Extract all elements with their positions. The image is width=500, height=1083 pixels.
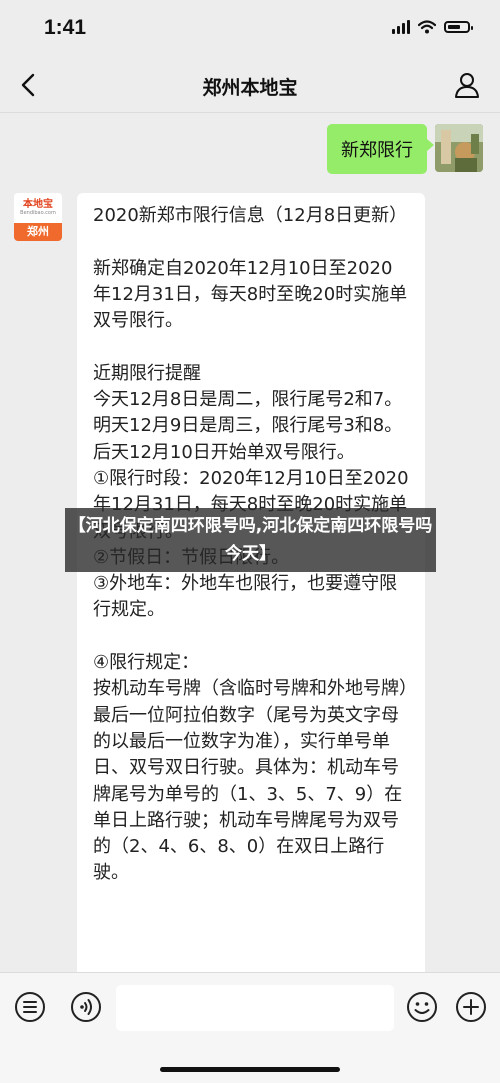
message-input[interactable] — [116, 985, 394, 1031]
sender-logo: 本地宝 Bendibao.com — [14, 193, 62, 223]
overlay-title: 【河北保定南四环限号吗,河北保定南四环限号吗今天】 — [65, 508, 436, 572]
cellular-signal-icon — [392, 20, 410, 34]
emoji-icon — [407, 992, 437, 1022]
sender-logo-brand: 本地宝 — [23, 199, 53, 210]
person-icon — [455, 73, 479, 98]
sender-logo-city: 郑州 — [14, 223, 62, 241]
status-time: 1:41 — [44, 16, 87, 39]
status-icons — [392, 20, 473, 34]
outgoing-message: 新郑限行 — [327, 124, 483, 174]
battery-icon — [444, 21, 473, 33]
sender-avatar[interactable]: 本地宝 Bendibao.com 郑州 — [14, 193, 62, 241]
chat-header: 郑州本地宝 — [0, 60, 500, 113]
plus-icon — [456, 992, 486, 1022]
voice-button[interactable] — [70, 991, 102, 1023]
avatar-photo — [435, 124, 483, 172]
wifi-icon — [418, 20, 436, 34]
voice-icon — [71, 992, 101, 1022]
incoming-message-bubble[interactable]: 2020新郑市限行信息（12月8日更新） 新郑确定自2020年12月10日至20… — [77, 193, 425, 985]
menu-button[interactable] — [14, 991, 46, 1023]
list-menu-icon — [15, 992, 45, 1022]
more-button[interactable] — [455, 991, 487, 1023]
status-bar: 1:41 — [0, 0, 500, 60]
home-indicator[interactable] — [160, 1067, 340, 1072]
profile-button[interactable] — [452, 70, 482, 100]
my-avatar[interactable] — [435, 124, 483, 172]
sender-logo-site: Bendibao.com — [20, 210, 56, 216]
chat-title: 郑州本地宝 — [202, 77, 298, 99]
outgoing-message-bubble[interactable]: 新郑限行 — [327, 124, 434, 174]
emoji-button[interactable] — [406, 991, 438, 1023]
